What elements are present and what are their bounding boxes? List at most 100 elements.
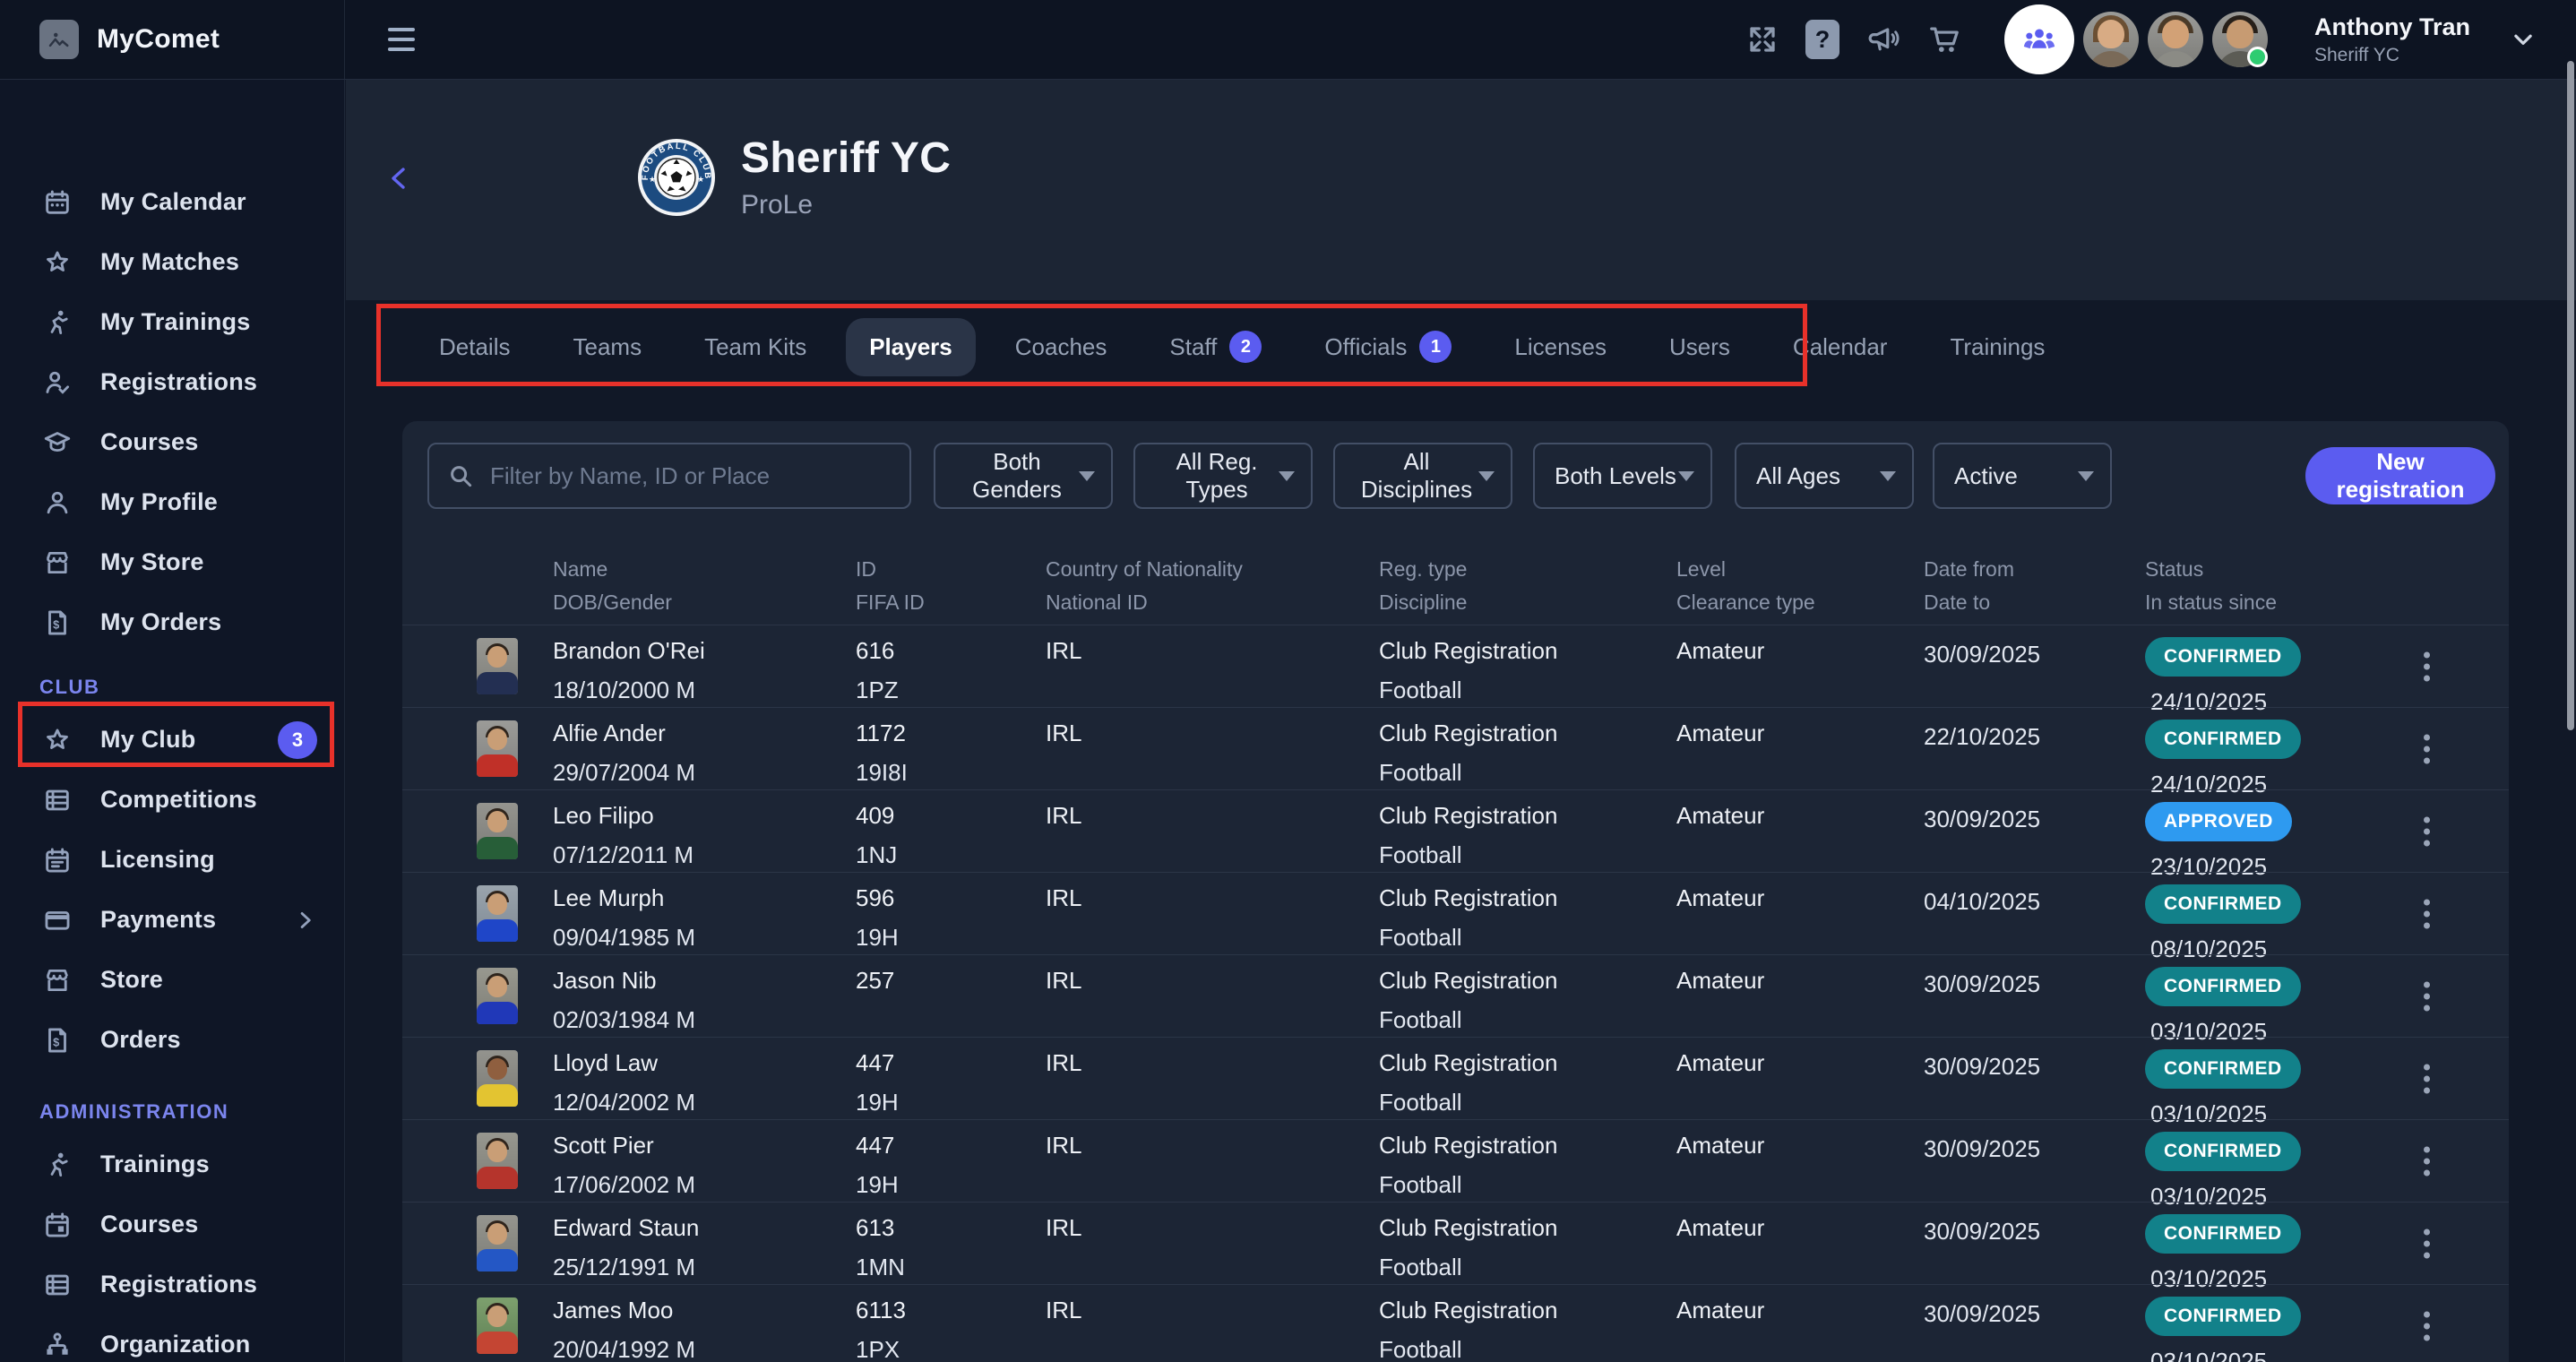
- sidebar-item-payments[interactable]: Payments: [0, 890, 344, 950]
- player-photo: [477, 1133, 518, 1189]
- team-switcher-avatar[interactable]: [2004, 4, 2074, 74]
- user-menu[interactable]: Anthony Tran Sheriff YC: [2314, 13, 2470, 66]
- avatar[interactable]: [2083, 12, 2139, 67]
- age-filter-dropdown[interactable]: All Ages: [1735, 443, 1914, 509]
- player-photo: [477, 968, 518, 1024]
- chevron-down-icon: [1079, 471, 1095, 481]
- row-menu-button[interactable]: [2417, 644, 2437, 688]
- credit-card-icon: [39, 905, 75, 935]
- list-icon: [39, 785, 75, 815]
- tab-calendar[interactable]: Calendar: [1770, 318, 1911, 376]
- status-filter-dropdown[interactable]: Active: [1933, 443, 2112, 509]
- sidebar-item-licensing[interactable]: Licensing: [0, 830, 344, 890]
- tab-users[interactable]: Users: [1646, 318, 1753, 376]
- topbar: MyComet ? Anthony T: [0, 0, 2576, 80]
- storefront-icon: [39, 547, 75, 578]
- row-menu-button[interactable]: [2417, 727, 2437, 771]
- player-name: Jason Nib: [553, 967, 695, 995]
- row-menu-button[interactable]: [2417, 1304, 2437, 1348]
- sidebar-item-my-calendar[interactable]: My Calendar: [0, 172, 344, 232]
- sidebar-item-registrations[interactable]: Registrations: [0, 352, 344, 412]
- officials-count-badge: 1: [1419, 331, 1452, 363]
- tab-details[interactable]: Details: [416, 318, 533, 376]
- player-row[interactable]: James Moo20/04/1992 M 61131PX IRL Club R…: [402, 1284, 2509, 1362]
- player-photo: [477, 638, 518, 694]
- sidebar-item-admin-trainings[interactable]: Trainings: [0, 1134, 344, 1194]
- row-menu-button[interactable]: [2417, 974, 2437, 1018]
- player-photo: [477, 1050, 518, 1107]
- tab-teams[interactable]: Teams: [549, 318, 665, 376]
- tab-staff[interactable]: Staff2: [1146, 315, 1285, 378]
- player-row[interactable]: Lloyd Law12/04/2002 M 44719H IRL Club Re…: [402, 1037, 2509, 1119]
- club-tabs: Details Teams Team Kits Players Coaches …: [346, 300, 2576, 393]
- club-title: Sheriff YC: [741, 134, 951, 183]
- svg-text:★: ★: [649, 175, 656, 184]
- invoice-icon: [39, 608, 75, 638]
- sidebar-item-admin-registrations[interactable]: Registrations: [0, 1254, 344, 1315]
- player-photo: [477, 803, 518, 859]
- player-row[interactable]: Alfie Ander29/07/2004 M 117219I8I IRL Cl…: [402, 707, 2509, 789]
- cart-icon[interactable]: [1927, 22, 1961, 56]
- sidebar-item-my-matches[interactable]: My Matches: [0, 232, 344, 292]
- player-row[interactable]: Brandon O'Rei18/10/2000 M 6161PZ IRL Clu…: [402, 625, 2509, 707]
- new-registration-button[interactable]: New registration: [2305, 447, 2495, 504]
- discipline-filter-dropdown[interactable]: All Disciplines: [1333, 443, 1512, 509]
- player-row[interactable]: Edward Staun25/12/1991 M 6131MN IRL Club…: [402, 1202, 2509, 1284]
- page-scrollbar[interactable]: [2567, 61, 2574, 730]
- status-badge: CONFIRMED: [2145, 720, 2301, 759]
- row-menu-button[interactable]: [2417, 809, 2437, 853]
- list-icon: [39, 1270, 75, 1300]
- sidebar-item-courses[interactable]: Courses: [0, 412, 344, 472]
- player-row[interactable]: Leo Filipo07/12/2011 M 4091NJ IRL Club R…: [402, 789, 2509, 872]
- calendar-check-icon: [39, 1210, 75, 1240]
- player-photo: [477, 885, 518, 942]
- back-button[interactable]: [383, 159, 426, 198]
- row-menu-button[interactable]: [2417, 1221, 2437, 1265]
- people-group-icon: [2020, 21, 2058, 58]
- sidebar-item-orders[interactable]: Orders: [0, 1010, 344, 1070]
- player-row[interactable]: Lee Murph09/04/1985 M 59619H IRL Club Re…: [402, 872, 2509, 954]
- row-menu-button[interactable]: [2417, 1056, 2437, 1100]
- search-icon: [447, 462, 474, 489]
- sidebar-item-my-orders[interactable]: My Orders: [0, 592, 344, 652]
- calendar-lines-icon: [39, 845, 75, 875]
- sidebar-item-my-club[interactable]: My Club 3: [0, 710, 344, 770]
- brand-logo-placeholder-icon: [39, 20, 79, 59]
- sitemap-icon: [39, 1330, 75, 1360]
- row-menu-button[interactable]: [2417, 1139, 2437, 1183]
- sidebar-item-store[interactable]: Store: [0, 950, 344, 1010]
- chevron-down-icon: [1279, 471, 1295, 481]
- sidebar-item-organization[interactable]: Organization: [0, 1315, 344, 1362]
- player-name: James Moo: [553, 1297, 695, 1324]
- search-field[interactable]: [427, 443, 911, 509]
- tab-trainings[interactable]: Trainings: [1926, 318, 2068, 376]
- sidebar-item-competitions[interactable]: Competitions: [0, 770, 344, 830]
- avatar[interactable]: [2148, 12, 2203, 67]
- announcements-icon[interactable]: [1866, 22, 1900, 56]
- sidebar-item-my-store[interactable]: My Store: [0, 532, 344, 592]
- tab-players[interactable]: Players: [846, 318, 976, 376]
- sidebar-item-admin-courses[interactable]: Courses: [0, 1194, 344, 1254]
- tab-officials[interactable]: Officials1: [1301, 315, 1475, 378]
- menu-toggle-button[interactable]: [383, 22, 420, 56]
- reg-type-filter-dropdown[interactable]: All Reg. Types: [1133, 443, 1313, 509]
- player-row[interactable]: Scott Pier17/06/2002 M 44719H IRL Club R…: [402, 1119, 2509, 1202]
- svg-text:★: ★: [697, 175, 704, 184]
- staff-count-badge: 2: [1229, 331, 1262, 363]
- help-icon[interactable]: ?: [1805, 20, 1839, 59]
- player-row[interactable]: Jason Nib02/03/1984 M 257 IRL Club Regis…: [402, 954, 2509, 1037]
- level-filter-dropdown[interactable]: Both Levels: [1533, 443, 1712, 509]
- sidebar-item-my-profile[interactable]: My Profile: [0, 472, 344, 532]
- row-menu-button[interactable]: [2417, 892, 2437, 935]
- avatar-current-user[interactable]: [2212, 12, 2268, 67]
- gender-filter-dropdown[interactable]: Both Genders: [934, 443, 1113, 509]
- sidebar-item-my-trainings[interactable]: My Trainings: [0, 292, 344, 352]
- brand-name: MyComet: [97, 24, 220, 55]
- search-input[interactable]: [488, 461, 892, 491]
- tab-licenses[interactable]: Licenses: [1491, 318, 1630, 376]
- chevron-down-icon[interactable]: [2504, 25, 2542, 54]
- tab-team-kits[interactable]: Team Kits: [681, 318, 830, 376]
- tab-coaches[interactable]: Coaches: [992, 318, 1131, 376]
- status-badge: CONFIRMED: [2145, 1132, 2301, 1171]
- fullscreen-icon[interactable]: [1746, 23, 1779, 56]
